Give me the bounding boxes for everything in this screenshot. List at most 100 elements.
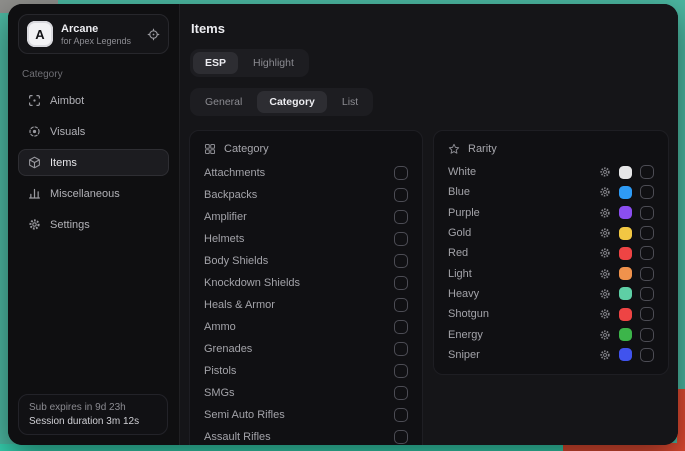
sidebar-item[interactable]: Items: [18, 149, 169, 176]
rarity-checkbox[interactable]: [640, 185, 654, 199]
app-header-card: A Arcane for Apex Legends: [18, 14, 169, 54]
rarity-checkbox[interactable]: [640, 348, 654, 362]
rarity-row-label: Light: [448, 268, 472, 280]
app-name: Arcane: [61, 23, 131, 35]
category-row: Attachments: [204, 162, 408, 184]
rarity-color-swatch[interactable]: [619, 166, 632, 179]
category-row: SMGs: [204, 382, 408, 404]
category-checkbox[interactable]: [394, 210, 408, 224]
sidebar-item[interactable]: Visuals: [18, 118, 169, 145]
category-checkbox[interactable]: [394, 320, 408, 334]
mode-tab[interactable]: Highlight: [241, 52, 306, 74]
rarity-list: White: [448, 162, 654, 365]
rarity-settings-gear-icon[interactable]: [599, 349, 611, 361]
category-checkbox[interactable]: [394, 188, 408, 202]
app-meta: Arcane for Apex Legends: [61, 23, 131, 46]
app-subtitle: for Apex Legends: [61, 36, 131, 46]
category-checkbox[interactable]: [394, 276, 408, 290]
rarity-settings-gear-icon[interactable]: [599, 329, 611, 341]
category-row-label: Knockdown Shields: [204, 277, 300, 289]
rarity-checkbox[interactable]: [640, 246, 654, 260]
rarity-checkbox[interactable]: [640, 267, 654, 281]
desktop-red-fragment-right: [677, 389, 685, 451]
rarity-color-swatch[interactable]: [619, 287, 632, 300]
rarity-row-label: Gold: [448, 227, 471, 239]
category-checkbox[interactable]: [394, 386, 408, 400]
mode-tabs: ESP Highlight: [190, 49, 309, 77]
rarity-row-label: Energy: [448, 329, 483, 341]
rarity-checkbox[interactable]: [640, 206, 654, 220]
category-row: Pistols: [204, 360, 408, 382]
category-row-label: Grenades: [204, 343, 252, 355]
view-tab[interactable]: Category: [257, 91, 327, 113]
rarity-settings-gear-icon[interactable]: [599, 166, 611, 178]
rarity-color-swatch[interactable]: [619, 308, 632, 321]
sidebar-item[interactable]: Miscellaneous: [18, 180, 169, 207]
rarity-color-swatch[interactable]: [619, 348, 632, 361]
rarity-row-label: Red: [448, 247, 468, 259]
rarity-color-swatch[interactable]: [619, 247, 632, 260]
category-checkbox[interactable]: [394, 408, 408, 422]
view-tab[interactable]: List: [330, 91, 370, 113]
rarity-color-swatch[interactable]: [619, 227, 632, 240]
items-box-icon: [28, 156, 41, 169]
rarity-checkbox[interactable]: [640, 226, 654, 240]
category-checkbox[interactable]: [394, 232, 408, 246]
app-logo: A: [27, 21, 53, 47]
category-row: Grenades: [204, 338, 408, 360]
category-row: Ammo: [204, 316, 408, 338]
category-row: Knockdown Shields: [204, 272, 408, 294]
view-tab[interactable]: General: [193, 91, 254, 113]
category-row: Semi Auto Rifles: [204, 404, 408, 426]
visuals-eye-icon: [28, 125, 41, 138]
mode-tab[interactable]: ESP: [193, 52, 238, 74]
category-panel-title: Category: [224, 143, 269, 155]
sidebar: A Arcane for Apex Legends Category: [8, 4, 180, 445]
rarity-row: Shotgun: [448, 304, 654, 324]
rarity-row-label: Heavy: [448, 288, 479, 300]
main-content: Items ESP Highlight General Category Lis…: [180, 4, 678, 445]
category-checkbox[interactable]: [394, 298, 408, 312]
rarity-color-swatch[interactable]: [619, 186, 632, 199]
category-row-label: SMGs: [204, 387, 235, 399]
rarity-settings-gear-icon[interactable]: [599, 308, 611, 320]
rarity-settings-gear-icon[interactable]: [599, 288, 611, 300]
category-row: Heals & Armor: [204, 294, 408, 316]
rarity-checkbox[interactable]: [640, 328, 654, 342]
rarity-row: Blue: [448, 182, 654, 202]
rarity-settings-gear-icon[interactable]: [599, 186, 611, 198]
view-tabs: General Category List: [190, 88, 373, 116]
rarity-color-swatch[interactable]: [619, 328, 632, 341]
category-row-label: Body Shields: [204, 255, 268, 267]
rarity-checkbox[interactable]: [640, 307, 654, 321]
category-checkbox[interactable]: [394, 364, 408, 378]
rarity-color-swatch[interactable]: [619, 206, 632, 219]
rarity-row: Energy: [448, 324, 654, 344]
settings-gear-icon: [28, 218, 41, 231]
category-row-label: Amplifier: [204, 211, 247, 223]
rarity-row-label: White: [448, 166, 476, 178]
rarity-row-label: Sniper: [448, 349, 480, 361]
category-row-label: Backpacks: [204, 189, 257, 201]
category-row-label: Semi Auto Rifles: [204, 409, 285, 421]
rarity-row: Gold: [448, 223, 654, 243]
sidebar-section-label: Category: [22, 69, 165, 80]
category-checkbox[interactable]: [394, 254, 408, 268]
sidebar-item[interactable]: Aimbot: [18, 87, 169, 114]
rarity-checkbox[interactable]: [640, 287, 654, 301]
rarity-settings-gear-icon[interactable]: [599, 247, 611, 259]
rarity-panel-header: Rarity: [448, 143, 654, 155]
category-row-label: Ammo: [204, 321, 236, 333]
rarity-settings-gear-icon[interactable]: [599, 227, 611, 239]
category-checkbox[interactable]: [394, 166, 408, 180]
category-row: Backpacks: [204, 184, 408, 206]
rarity-checkbox[interactable]: [640, 165, 654, 179]
rarity-color-swatch[interactable]: [619, 267, 632, 280]
rarity-row-label: Purple: [448, 207, 480, 219]
target-icon[interactable]: [147, 28, 160, 41]
sidebar-item[interactable]: Settings: [18, 211, 169, 238]
category-checkbox[interactable]: [394, 430, 408, 444]
rarity-settings-gear-icon[interactable]: [599, 268, 611, 280]
rarity-settings-gear-icon[interactable]: [599, 207, 611, 219]
category-checkbox[interactable]: [394, 342, 408, 356]
